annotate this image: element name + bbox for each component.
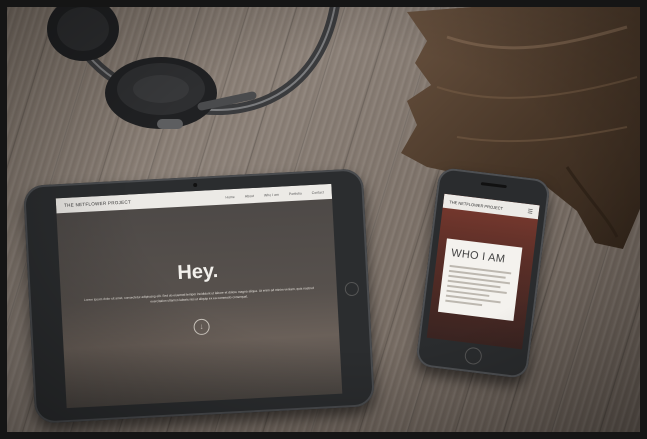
tablet-camera — [193, 182, 198, 188]
tablet-nav-link[interactable]: About — [245, 193, 254, 197]
tablet-screen: THE NETFLOWER PROJECT Home About Who I a… — [55, 183, 343, 409]
phone-navbar: THE NETFLOWER PROJECT ☰ — [442, 193, 540, 220]
tablet-hero-title: Hey. — [176, 259, 219, 285]
tablet-nav-link[interactable]: Home — [225, 194, 235, 198]
desk-scene: THE NETFLOWER PROJECT Home About Who I a… — [7, 7, 640, 432]
tablet-device: THE NETFLOWER PROJECT Home About Who I a… — [23, 168, 375, 424]
phone-speaker — [480, 182, 507, 189]
phone-card-title: WHO I AM — [450, 247, 506, 266]
phone-screen: THE NETFLOWER PROJECT ☰ WHO I AM — [426, 193, 540, 350]
tablet-brand[interactable]: THE NETFLOWER PROJECT — [64, 199, 131, 208]
phone-card-text — [445, 264, 512, 312]
tablet-nav-link[interactable]: Contact — [312, 190, 324, 195]
headphones — [47, 7, 340, 129]
photo-frame: THE NETFLOWER PROJECT Home About Who I a… — [0, 0, 647, 439]
smartphone-device: THE NETFLOWER PROJECT ☰ WHO I AM — [415, 166, 551, 380]
hamburger-icon[interactable]: ☰ — [527, 207, 533, 215]
tablet-nav-link[interactable]: Portfolio — [289, 191, 302, 196]
tablet-navbar: THE NETFLOWER PROJECT Home About Who I a… — [55, 183, 333, 214]
tablet-nav-link[interactable]: Who I am — [264, 192, 279, 197]
tablet-nav-links: Home About Who I am Portfolio Contact — [225, 190, 323, 199]
arrow-down-circle-icon[interactable]: ↓ — [193, 318, 211, 336]
tablet-home-button[interactable] — [344, 281, 360, 297]
tablet-hero-body: Lorem ipsum dolor sit amet, consectetur … — [83, 285, 314, 304]
phone-card: WHO I AM — [437, 238, 523, 322]
phone-home-button[interactable] — [463, 346, 483, 366]
phone-brand[interactable]: THE NETFLOWER PROJECT — [449, 199, 503, 211]
